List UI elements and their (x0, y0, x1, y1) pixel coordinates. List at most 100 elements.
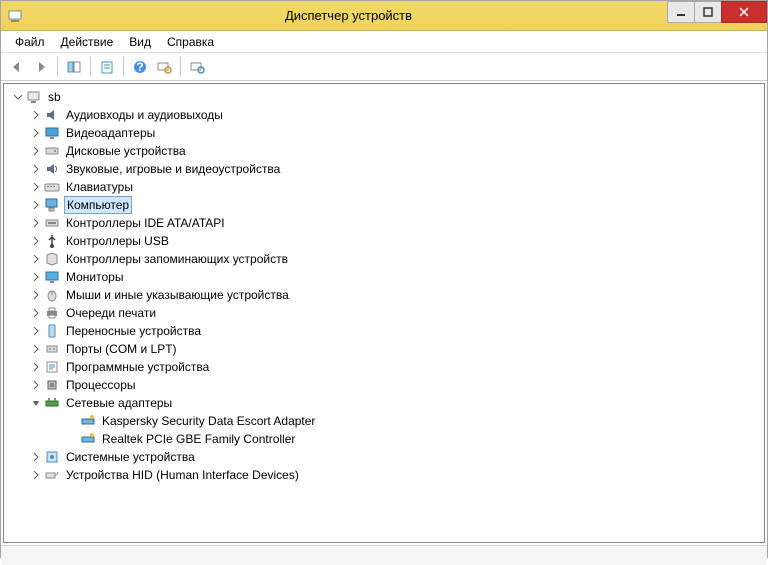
help-button[interactable]: ? (128, 56, 152, 78)
tree-category-label: Устройства HID (Human Interface Devices) (64, 467, 301, 483)
properties-button[interactable] (95, 56, 119, 78)
expander-closed-icon[interactable] (30, 181, 42, 193)
tree-category[interactable]: Очереди печати (12, 304, 764, 322)
expander-closed-icon[interactable] (30, 145, 42, 157)
printer-icon (44, 305, 60, 321)
expander-closed-icon[interactable] (30, 253, 42, 265)
keyboard-icon (44, 179, 60, 195)
tree-category[interactable]: Видеоадаптеры (12, 124, 764, 142)
expander-closed-icon[interactable] (30, 271, 42, 283)
ide-icon (44, 215, 60, 231)
close-button[interactable] (721, 1, 767, 23)
tree-category[interactable]: Контроллеры IDE ATA/ATAPI (12, 214, 764, 232)
window-controls (668, 1, 767, 23)
tree-category-label: Процессоры (64, 377, 138, 393)
toolbar: ? (1, 53, 767, 81)
menubar: Файл Действие Вид Справка (1, 31, 767, 53)
tree-category-label: Звуковые, игровые и видеоустройства (64, 161, 282, 177)
tree-category[interactable]: Порты (COM и LPT) (12, 340, 764, 358)
tree-category[interactable]: Переносные устройства (12, 322, 764, 340)
audio-icon (44, 107, 60, 123)
tree-category[interactable]: Системные устройства (12, 448, 764, 466)
statusbar (1, 545, 767, 565)
maximize-button[interactable] (694, 1, 722, 23)
expander-none (66, 433, 78, 445)
usb-icon (44, 233, 60, 249)
expander-closed-icon[interactable] (30, 379, 42, 391)
menu-view[interactable]: Вид (121, 33, 159, 51)
netadapter-icon (80, 431, 96, 447)
expander-closed-icon[interactable] (30, 163, 42, 175)
disk-icon (44, 143, 60, 159)
tree-category[interactable]: Мыши и иные указывающие устройства (12, 286, 764, 304)
tree-category[interactable]: Процессоры (12, 376, 764, 394)
expander-closed-icon[interactable] (30, 325, 42, 337)
monitor-icon (44, 269, 60, 285)
scan-hardware-button[interactable] (152, 56, 176, 78)
tree-category-label: Дисковые устройства (64, 143, 188, 159)
expander-closed-icon[interactable] (30, 307, 42, 319)
tree-category-label: Контроллеры IDE ATA/ATAPI (64, 215, 227, 231)
tree-category-label: Очереди печати (64, 305, 158, 321)
menu-action[interactable]: Действие (53, 33, 122, 51)
tree-category[interactable]: Дисковые устройства (12, 142, 764, 160)
expander-closed-icon[interactable] (30, 361, 42, 373)
expander-closed-icon[interactable] (30, 451, 42, 463)
expander-open-icon[interactable] (30, 397, 42, 409)
tree-device-label: Realtek PCIe GBE Family Controller (100, 431, 297, 447)
expander-closed-icon[interactable] (30, 469, 42, 481)
cpu-icon (44, 377, 60, 393)
tree-root[interactable]: sb (12, 88, 764, 106)
expander-closed-icon[interactable] (30, 235, 42, 247)
expander-closed-icon[interactable] (30, 217, 42, 229)
expander-closed-icon[interactable] (30, 289, 42, 301)
expander-closed-icon[interactable] (30, 127, 42, 139)
tree-category[interactable]: Устройства HID (Human Interface Devices) (12, 466, 764, 484)
computer-icon (44, 197, 60, 213)
display-icon (44, 125, 60, 141)
tree-category-label: Клавиатуры (64, 179, 135, 195)
storage-icon (44, 251, 60, 267)
sound-icon (44, 161, 60, 177)
tree-category-label: Контроллеры USB (64, 233, 171, 249)
tree-category[interactable]: Аудиовходы и аудиовыходы (12, 106, 764, 124)
tree-device[interactable]: Kaspersky Security Data Escort Adapter (12, 412, 764, 430)
tree-category[interactable]: Контроллеры запоминающих устройств (12, 250, 764, 268)
svg-text:?: ? (136, 60, 143, 74)
minimize-button[interactable] (667, 1, 695, 23)
network-icon (44, 395, 60, 411)
tree-device[interactable]: Realtek PCIe GBE Family Controller (12, 430, 764, 448)
toolbar-separator (57, 57, 58, 77)
tree-category-label: Системные устройства (64, 449, 197, 465)
toolbar-separator (90, 57, 91, 77)
titlebar: Диспетчер устройств (1, 1, 767, 31)
tree-category[interactable]: Клавиатуры (12, 178, 764, 196)
tree-category[interactable]: Сетевые адаптеры (12, 394, 764, 412)
tree-category[interactable]: Программные устройства (12, 358, 764, 376)
tree-category-label: Аудиовходы и аудиовыходы (64, 107, 225, 123)
tree-category-label: Мыши и иные указывающие устройства (64, 287, 291, 303)
expander-open-icon[interactable] (12, 91, 24, 103)
software-icon (44, 359, 60, 375)
computer-root-icon (26, 89, 42, 105)
tree-category[interactable]: Звуковые, игровые и видеоустройства (12, 160, 764, 178)
expander-closed-icon[interactable] (30, 343, 42, 355)
menu-help[interactable]: Справка (159, 33, 222, 51)
expander-closed-icon[interactable] (30, 199, 42, 211)
update-driver-button[interactable] (185, 56, 209, 78)
show-hide-tree-button[interactable] (62, 56, 86, 78)
tree-category[interactable]: Контроллеры USB (12, 232, 764, 250)
tree-category[interactable]: Мониторы (12, 268, 764, 286)
device-tree[interactable]: sb Аудиовходы и аудиовыходыВидеоадаптеры… (3, 83, 765, 543)
back-button[interactable] (5, 56, 29, 78)
tree-category-label: Мониторы (64, 269, 125, 285)
expander-closed-icon[interactable] (30, 109, 42, 121)
netadapter-icon (80, 413, 96, 429)
tree-category-label: Порты (COM и LPT) (64, 341, 179, 357)
toolbar-separator (123, 57, 124, 77)
tree-category-label: Сетевые адаптеры (64, 395, 174, 411)
forward-button[interactable] (29, 56, 53, 78)
tree-category-label: Программные устройства (64, 359, 211, 375)
menu-file[interactable]: Файл (7, 33, 53, 51)
tree-category[interactable]: Компьютер (12, 196, 764, 214)
